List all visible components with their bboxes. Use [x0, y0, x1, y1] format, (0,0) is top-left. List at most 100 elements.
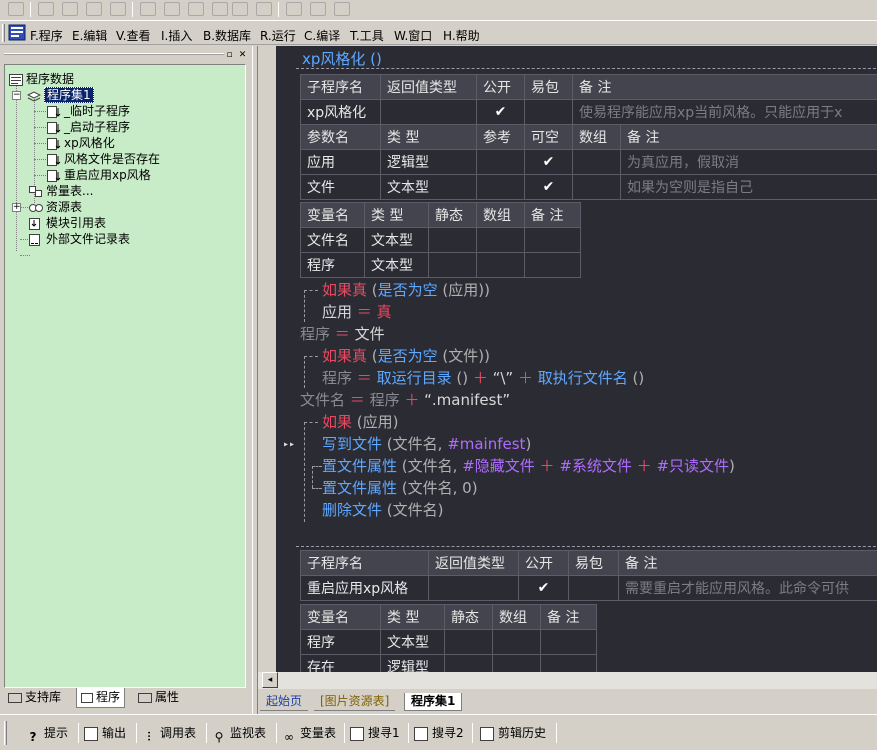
call-table-button[interactable]: ⫶ 调用表 [142, 723, 196, 744]
cell[interactable] [524, 227, 581, 253]
tree-item-sub[interactable]: 重启应用xp风格 [47, 167, 151, 183]
menu-run[interactable]: R.运行 [260, 27, 296, 44]
space-vertical-icon[interactable] [256, 2, 272, 16]
code-line[interactable]: 如果 (应用) [322, 411, 399, 433]
cell[interactable]: 逻辑型 [380, 149, 477, 175]
horizontal-scrollbar[interactable]: ◂ [258, 672, 877, 689]
align-top-icon[interactable] [86, 2, 102, 16]
tree-root[interactable]: 程序数据 [9, 71, 74, 87]
cell[interactable] [476, 227, 525, 253]
code-line[interactable]: 程序 ＝ 取运行目录 () ＋ “\” ＋ 取执行文件名 () [322, 367, 644, 389]
cell[interactable]: 文件名 [300, 227, 365, 253]
space-horizontal-icon[interactable] [232, 2, 248, 16]
cell[interactable]: 文本型 [364, 227, 429, 253]
cell[interactable] [572, 149, 621, 175]
cell[interactable]: 程序 [300, 629, 381, 655]
comment-cell[interactable]: 为真应用，假取消 [620, 149, 877, 175]
cell[interactable]: 应用 [300, 149, 381, 175]
tree-item-external[interactable]: 外部文件记录表 [29, 231, 130, 247]
tree-item-sub[interactable]: _启动子程序 [47, 119, 130, 135]
code-line[interactable]: 应用 ＝ 真 [322, 301, 392, 323]
cell[interactable]: 重启应用xp风格 [300, 575, 429, 601]
project-tree[interactable]: 程序数据 − 程序集1 _临时子程序 _启动子程序 xp风格化 风格文件是否存在… [4, 64, 246, 688]
tree-item-sub[interactable]: 风格文件是否存在 [47, 151, 160, 167]
cell[interactable] [492, 629, 541, 655]
scroll-left-icon[interactable]: ◂ [262, 672, 278, 688]
code-line[interactable]: 如果真 (是否为空 (文件)) [322, 345, 490, 367]
cell[interactable]: 存在 [300, 654, 381, 672]
panel-close-icon[interactable]: ✕ [237, 50, 248, 61]
tab-program[interactable]: 程序 [76, 688, 126, 708]
tree-item-constants[interactable]: 常量表... [29, 183, 93, 199]
window-icon[interactable] [8, 2, 24, 16]
cell[interactable] [492, 654, 541, 672]
public-check[interactable]: ✔ [518, 575, 569, 601]
cell[interactable] [476, 252, 525, 278]
menu-window[interactable]: W.窗口 [394, 27, 432, 44]
cell[interactable] [540, 654, 597, 672]
output-button[interactable]: 输出 [84, 723, 126, 743]
align-left-icon[interactable] [38, 2, 54, 16]
menu-help[interactable]: H.帮助 [443, 27, 480, 44]
comment-cell[interactable]: 需要重启才能应用风格。此命令可供 [618, 575, 877, 601]
cell[interactable] [540, 629, 597, 655]
cell[interactable] [428, 227, 477, 253]
tree-item-modules[interactable]: 模块引用表 [29, 215, 106, 231]
tab-assembly[interactable]: 程序集1 [404, 693, 463, 711]
align-right-icon[interactable] [62, 2, 78, 16]
expand-vertical-icon[interactable] [310, 2, 326, 16]
code-line[interactable]: 删除文件 (文件名) [322, 499, 444, 521]
expand-icon[interactable]: + [12, 203, 21, 212]
tree-item-sub[interactable]: xp风格化 [47, 135, 115, 151]
cell[interactable]: 文本型 [380, 629, 445, 655]
same-width-icon[interactable] [188, 2, 204, 16]
cell[interactable] [444, 629, 493, 655]
code-line[interactable]: 如果真 (是否为空 (应用)) [322, 279, 490, 301]
expand-horizontal-icon[interactable] [286, 2, 302, 16]
cell[interactable] [380, 99, 477, 125]
cell[interactable]: 文本型 [380, 174, 477, 200]
cell[interactable] [428, 575, 519, 601]
hint-button[interactable]: ? 提示 [26, 723, 69, 744]
center-vertical-icon[interactable] [164, 2, 180, 16]
code-line[interactable]: 程序 ＝ 文件 [300, 323, 385, 345]
cell[interactable] [476, 149, 525, 175]
menu-tools[interactable]: T.工具 [350, 27, 384, 44]
variables-button[interactable]: ∞ 变量表 [282, 723, 336, 744]
expand-all-icon[interactable] [334, 2, 350, 16]
code-line[interactable]: 置文件属性 (文件名, #隐藏文件 ＋ #系统文件 ＋ #只读文件) [322, 455, 735, 477]
search1-button[interactable]: 搜寻1 [350, 723, 400, 743]
align-bottom-icon[interactable] [110, 2, 126, 16]
cell[interactable]: 文件 [300, 174, 381, 200]
tree-item-sub[interactable]: _临时子程序 [47, 103, 130, 119]
tab-properties[interactable]: 属性 [134, 688, 183, 708]
menu-insert[interactable]: I.插入 [161, 27, 192, 44]
cell[interactable]: 程序 [300, 252, 365, 278]
comment-cell[interactable]: 使易程序能应用xp当前风格。只能应用于x [572, 99, 877, 125]
cell[interactable] [524, 252, 581, 278]
cell[interactable]: 逻辑型 [380, 654, 445, 672]
tab-support-library[interactable]: 支持库 [4, 688, 65, 708]
menu-view[interactable]: V.查看 [116, 27, 150, 44]
comment-cell[interactable]: 如果为空则是指自己 [620, 174, 877, 200]
center-horizontal-icon[interactable] [140, 2, 156, 16]
panel-grip[interactable] [4, 53, 224, 55]
same-height-icon[interactable] [212, 2, 228, 16]
watch-button[interactable]: ⚲ 监视表 [212, 723, 266, 744]
cell[interactable] [476, 174, 525, 200]
tab-start-page[interactable]: 起始页 [260, 693, 309, 711]
code-line[interactable]: 置文件属性 (文件名, 0) [322, 477, 478, 499]
menu-edit[interactable]: E.编辑 [72, 27, 107, 44]
tree-item-assembly[interactable]: 程序集1 [27, 87, 94, 103]
code-line[interactable]: 文件名 ＝ 程序 ＋ “.manifest” [300, 389, 510, 411]
cell[interactable] [428, 252, 477, 278]
menu-program[interactable]: F.程序 [30, 27, 63, 44]
code-editor[interactable]: xp风格化 () ▸▸ 子程序名 返回值类型 公开 易包 备 注 xp风格化 ✔… [276, 46, 877, 672]
panel-restore-icon[interactable]: ▫ [224, 50, 235, 61]
cell[interactable] [444, 654, 493, 672]
nullable-check[interactable]: ✔ [524, 149, 573, 175]
public-check[interactable]: ✔ [476, 99, 525, 125]
cell[interactable] [568, 575, 619, 601]
code-line[interactable]: 写到文件 (文件名, #mainfest) [322, 433, 531, 455]
cell[interactable] [524, 99, 573, 125]
